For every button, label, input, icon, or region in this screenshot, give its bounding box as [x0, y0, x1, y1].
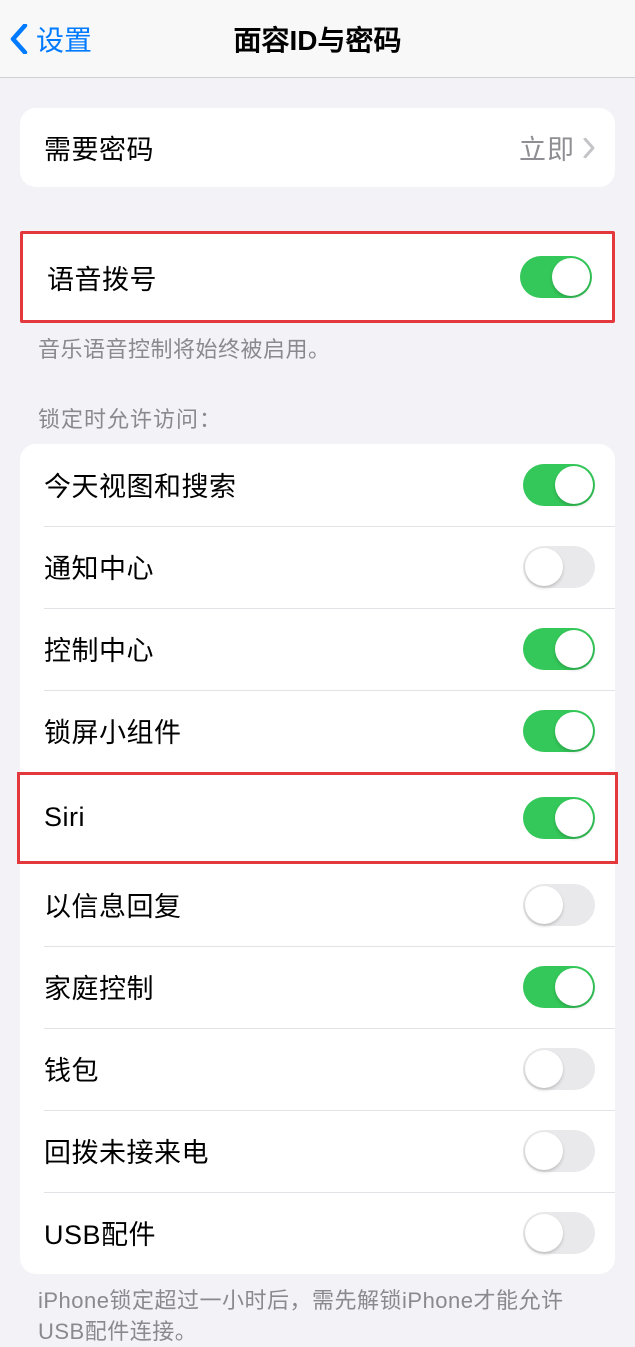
require-passcode-label: 需要密码 [44, 128, 154, 167]
lock-item-label: 回拨未接来电 [44, 1131, 209, 1170]
lock-item-row: 以信息回复 [20, 864, 615, 946]
siri-highlight: Siri [17, 772, 618, 864]
lock-item-toggle[interactable] [523, 884, 595, 926]
chevron-right-icon [583, 138, 595, 158]
lock-section-header: 锁定时允许访问： [0, 402, 635, 444]
lock-item-toggle[interactable] [523, 1212, 595, 1254]
back-button[interactable]: 设置 [0, 19, 92, 59]
lock-item-toggle[interactable] [523, 546, 595, 588]
lock-item-label: 通知中心 [44, 547, 154, 586]
lock-item-row: 控制中心 [20, 608, 615, 690]
lock-item-toggle[interactable] [523, 628, 595, 670]
lock-item-toggle[interactable] [523, 464, 595, 506]
navbar: 设置 面容ID与密码 [0, 0, 635, 78]
lock-item-label: 家庭控制 [44, 967, 154, 1006]
lock-item-row: 回拨未接来电 [20, 1110, 615, 1192]
lock-item-label: 以信息回复 [44, 885, 182, 924]
lock-item-row: 钱包 [20, 1028, 615, 1110]
lock-item-row: Siri [20, 775, 615, 861]
voice-dial-row: 语音拨号 [23, 234, 612, 320]
back-label: 设置 [36, 19, 92, 59]
voice-dial-footer: 音乐语音控制将始终被启用。 [0, 323, 635, 366]
lock-item-label: 钱包 [44, 1049, 99, 1088]
lock-item-toggle[interactable] [523, 966, 595, 1008]
voice-dial-label: 语音拨号 [47, 258, 157, 297]
lock-item-row: 锁屏小组件 [20, 690, 615, 772]
lock-item-row: 通知中心 [20, 526, 615, 608]
voice-dial-toggle[interactable] [520, 256, 592, 298]
lock-item-row: USB配件 [20, 1192, 615, 1274]
lock-item-label: USB配件 [44, 1213, 156, 1252]
require-passcode-row[interactable]: 需要密码 立即 [20, 108, 615, 187]
lock-item-row: 今天视图和搜索 [20, 444, 615, 526]
page-title: 面容ID与密码 [233, 19, 401, 59]
lock-item-toggle[interactable] [523, 1130, 595, 1172]
voice-dial-highlight: 语音拨号 [20, 231, 615, 323]
lock-item-label: Siri [44, 802, 85, 833]
lock-item-toggle[interactable] [523, 710, 595, 752]
chevron-left-icon [10, 24, 28, 54]
lock-item-label: 今天视图和搜索 [44, 465, 237, 504]
lock-item-row: 家庭控制 [20, 946, 615, 1028]
lock-item-toggle[interactable] [523, 797, 595, 839]
lock-section-footer: iPhone锁定超过一小时后，需先解锁iPhone才能允许USB配件连接。 [0, 1274, 635, 1347]
lock-item-toggle[interactable] [523, 1048, 595, 1090]
lock-item-label: 锁屏小组件 [44, 711, 182, 750]
lock-item-label: 控制中心 [44, 629, 154, 668]
require-passcode-value: 立即 [519, 128, 575, 167]
